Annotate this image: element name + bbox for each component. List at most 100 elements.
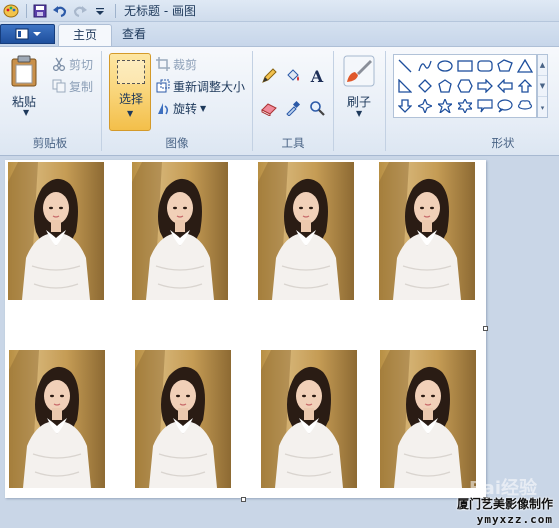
color-picker-tool[interactable] [282, 97, 304, 119]
rectangular-callout-icon[interactable] [476, 97, 494, 115]
triangle-shape-icon[interactable] [516, 57, 534, 75]
magnifier-icon [310, 101, 325, 116]
clipboard-group: 粘贴 ▼ 剪切 复制 剪贴板 [0, 47, 100, 155]
scissors-icon [52, 57, 66, 71]
crop-icon [156, 57, 170, 71]
shapes-gallery[interactable] [393, 54, 537, 118]
paint-bucket-icon [287, 69, 299, 81]
text-tool[interactable]: A [306, 65, 328, 87]
studio-url-watermark: ymyxzz.com [476, 513, 553, 526]
five-point-star-icon[interactable] [436, 97, 454, 115]
pentagon-shape-icon[interactable] [436, 77, 454, 95]
polygon-shape-icon[interactable] [496, 57, 514, 75]
tools-group-label: 工具 [281, 136, 305, 150]
paint-menu-button[interactable] [0, 24, 55, 44]
title-bar: 无标题 - 画图 [0, 0, 559, 22]
brushes-group: 刷子 ▼ [334, 47, 384, 155]
rotate-dropdown-icon: ▼ [200, 103, 207, 113]
studio-watermark: 厦门艺美影像制作 [456, 497, 553, 511]
line-shape-icon[interactable] [396, 57, 414, 75]
image-group-label: 图像 [165, 136, 189, 150]
oval-shape-icon[interactable] [436, 57, 454, 75]
oval-callout-icon[interactable] [496, 97, 514, 115]
image-group: 选择 ▼ 裁剪 重新调整大小 旋转 ▼ 图像 [102, 47, 252, 155]
resize-icon [156, 79, 170, 93]
brushes-button[interactable]: 刷子 ▼ [340, 55, 378, 129]
paste-dropdown-icon: ▼ [23, 108, 30, 117]
diamond-shape-icon[interactable] [416, 77, 434, 95]
rounded-rectangle-shape-icon[interactable] [476, 57, 494, 75]
copy-icon [52, 79, 66, 93]
shapes-group-label: 形状 [491, 136, 515, 150]
magnifier-tool[interactable] [306, 97, 328, 119]
right-arrow-shape-icon[interactable] [476, 77, 494, 95]
save-icon[interactable] [31, 2, 49, 20]
scroll-down-icon[interactable]: ▼ [538, 76, 547, 97]
cut-label: 剪切 [69, 57, 94, 72]
copy-label: 复制 [69, 79, 94, 94]
cut-button[interactable]: 剪切 [52, 54, 93, 74]
copy-button[interactable]: 复制 [52, 76, 93, 96]
crop-button[interactable]: 裁剪 [156, 54, 197, 74]
up-arrow-shape-icon[interactable] [516, 77, 534, 95]
tab-view[interactable]: 查看 [108, 24, 160, 46]
eraser-tool[interactable] [258, 97, 280, 119]
ribbon-home: 粘贴 ▼ 剪切 复制 剪贴板 选择 ▼ 裁剪 重新调整大小 旋转 ▼ 图像 A … [0, 46, 559, 156]
down-arrow-shape-icon[interactable] [396, 97, 414, 115]
resize-handle-bottom[interactable] [241, 497, 246, 502]
expand-gallery-icon[interactable]: ▾ [538, 97, 547, 118]
quick-access-separator [26, 3, 27, 18]
select-label: 选择 [118, 92, 143, 106]
tools-group: A 工具 [253, 47, 333, 155]
brush-icon [343, 55, 375, 87]
shapes-scrollbar[interactable]: ▲ ▼ ▾ [537, 54, 548, 118]
portrait-photo [135, 350, 231, 488]
scroll-up-icon[interactable]: ▲ [538, 55, 547, 76]
menu-icon [15, 28, 28, 40]
crop-label: 裁剪 [173, 57, 198, 72]
fill-tool[interactable] [282, 65, 304, 87]
six-point-star-icon[interactable] [456, 97, 474, 115]
paste-button[interactable]: 粘贴 ▼ [6, 55, 42, 117]
paint-app-icon[interactable] [2, 2, 20, 20]
selection-rectangle-icon [117, 60, 145, 84]
select-dropdown-icon: ▼ [127, 109, 134, 118]
rotate-button[interactable]: 旋转 ▼ [156, 98, 206, 118]
left-arrow-shape-icon[interactable] [496, 77, 514, 95]
right-triangle-shape-icon[interactable] [396, 77, 414, 95]
canvas-area: Bai经验 厦门艺美影像制作 ymyxzz.com [0, 157, 559, 528]
drawing-canvas[interactable] [5, 160, 486, 498]
clipboard-icon [11, 55, 37, 87]
portrait-photo [258, 162, 354, 300]
curve-shape-icon[interactable] [416, 57, 434, 75]
portrait-photo [9, 350, 105, 488]
cloud-callout-icon[interactable] [516, 97, 534, 115]
portrait-photo [132, 162, 228, 300]
brushes-label: 刷子 [346, 95, 371, 109]
text-icon: A [310, 66, 324, 86]
clipboard-group-label: 剪贴板 [32, 136, 68, 150]
resize-handle-right[interactable] [483, 326, 488, 331]
rotate-icon [158, 103, 169, 115]
pencil-tool[interactable] [258, 65, 280, 87]
title-separator [115, 3, 116, 18]
pencil-icon [262, 68, 277, 83]
chevron-down-icon [32, 32, 41, 36]
rectangle-shape-icon[interactable] [456, 57, 474, 75]
customize-quick-access-icon[interactable] [91, 2, 109, 20]
portrait-photo [380, 350, 476, 488]
eyedropper-icon [286, 100, 301, 116]
hexagon-shape-icon[interactable] [456, 77, 474, 95]
undo-icon[interactable] [51, 2, 69, 20]
portrait-photo [8, 162, 104, 300]
select-button[interactable]: 选择 ▼ [109, 53, 151, 131]
portrait-photo [261, 350, 357, 488]
four-point-star-icon[interactable] [416, 97, 434, 115]
resize-label: 重新调整大小 [173, 79, 246, 94]
redo-icon[interactable] [71, 2, 89, 20]
ribbon-tab-row: 主页 查看 [0, 22, 559, 46]
window-title: 无标题 - 画图 [124, 4, 196, 18]
resize-button[interactable]: 重新调整大小 [156, 76, 245, 96]
brushes-dropdown-icon: ▼ [356, 109, 363, 118]
tab-home[interactable]: 主页 [58, 24, 113, 46]
